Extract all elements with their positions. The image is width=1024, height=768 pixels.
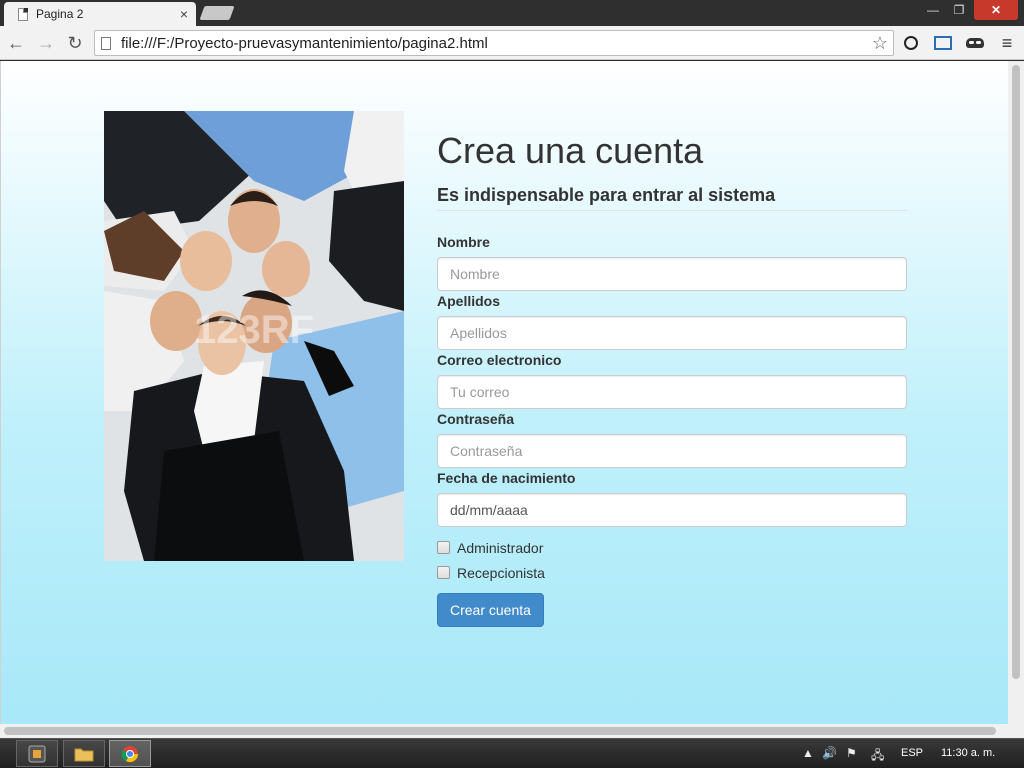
star-icon[interactable]: ☆: [867, 33, 893, 54]
hamburger-menu-icon: ≡: [1001, 32, 1013, 53]
tray-arrow-up-icon[interactable]: ▲: [802, 746, 814, 760]
field-contrasena: Contraseña: [437, 410, 907, 468]
vertical-scroll-thumb[interactable]: [1012, 65, 1020, 679]
browser-menu-button[interactable]: ≡: [996, 32, 1018, 54]
arrow-right-icon: →: [37, 32, 55, 53]
nombre-input[interactable]: [437, 257, 907, 291]
browser-toolbar: ← → ↻ file:///F:/Proyecto-pruevasymanten…: [0, 26, 1024, 60]
field-apellidos: Apellidos: [437, 292, 907, 350]
sync-icon: [904, 36, 918, 50]
contrasena-label: Contraseña: [437, 411, 515, 427]
chrome-icon: [121, 745, 139, 762]
screen-capture-icon: [934, 36, 952, 50]
recepcionista-checkbox[interactable]: [437, 566, 450, 579]
administrador-label: Administrador: [457, 539, 544, 556]
new-tab-button[interactable]: [199, 6, 235, 20]
extension-incognito-button[interactable]: [964, 32, 986, 54]
password-input[interactable]: [437, 434, 907, 468]
page-subtitle: Es indispensable para entrar al sistema: [437, 185, 907, 211]
reload-button[interactable]: ↻: [63, 31, 87, 55]
field-nombre: Nombre: [437, 233, 907, 291]
page-title: Crea una cuenta: [437, 130, 704, 171]
document-icon: [101, 36, 111, 50]
tab-title: Pagina 2: [36, 7, 84, 21]
tab-pagina-2[interactable]: Pagina 2 ×: [4, 2, 196, 26]
clock[interactable]: 11:30 a. m.: [941, 747, 995, 759]
fecha-label: Fecha de nacimiento: [437, 470, 576, 486]
reload-icon: ↻: [67, 32, 83, 53]
nombre-label: Nombre: [437, 234, 490, 250]
minimize-button[interactable]: —: [920, 0, 946, 20]
folder-icon: [74, 748, 94, 761]
taskbar-app-chrome[interactable]: [109, 740, 151, 767]
flag-icon[interactable]: ⚑: [846, 746, 857, 760]
field-fecha: Fecha de nacimiento: [437, 469, 907, 527]
checkbox-recepcionista[interactable]: Recepcionista: [437, 560, 907, 585]
team-photo: 123RF: [104, 111, 404, 561]
email-input[interactable]: [437, 375, 907, 409]
create-account-button[interactable]: Crear cuenta: [437, 593, 544, 627]
maximize-button[interactable]: ❐: [946, 0, 972, 20]
recepcionista-label: Recepcionista: [457, 564, 545, 581]
arrow-left-icon: ←: [7, 32, 25, 53]
forward-button[interactable]: →: [34, 31, 58, 55]
administrador-checkbox[interactable]: [437, 541, 450, 554]
extension-sync-button[interactable]: [900, 32, 922, 54]
taskbar-app-sublime[interactable]: [16, 740, 58, 767]
url-text[interactable]: file:///F:/Proyecto-pruevasymantenimient…: [121, 35, 867, 52]
tab-close-icon[interactable]: ×: [180, 6, 188, 22]
horizontal-scrollbar[interactable]: [0, 724, 1024, 738]
network-icon[interactable]: 🖧: [871, 746, 884, 767]
taskbar-app-explorer[interactable]: [63, 740, 105, 767]
page-viewport: 123RF Crea una cuenta Es indispensable p…: [0, 61, 1008, 724]
mask-icon: [966, 38, 984, 48]
taskbar: ▲ 🔊 ⚑ 🖧 ESP 11:30 a. m.: [0, 738, 1024, 768]
volume-icon[interactable]: 🔊: [822, 746, 837, 760]
back-button[interactable]: ←: [4, 31, 28, 55]
create-account-form: Crea una cuenta Es indispensable para en…: [437, 131, 907, 627]
horizontal-scroll-thumb[interactable]: [4, 727, 996, 735]
checkbox-administrador[interactable]: Administrador: [437, 535, 907, 560]
browser-titlebar: Pagina 2 × — ❐ ✕: [0, 0, 1024, 26]
sublime-icon: [28, 745, 46, 762]
close-window-button[interactable]: ✕: [974, 0, 1018, 20]
vertical-scrollbar[interactable]: [1008, 61, 1024, 724]
birthdate-input[interactable]: [437, 493, 907, 527]
apellidos-input[interactable]: [437, 316, 907, 350]
correo-label: Correo electronico: [437, 352, 562, 368]
extension-screen-button[interactable]: [932, 32, 954, 54]
language-indicator[interactable]: ESP: [901, 747, 923, 759]
address-bar[interactable]: file:///F:/Proyecto-pruevasymantenimient…: [94, 30, 894, 56]
apellidos-label: Apellidos: [437, 293, 501, 309]
photo-watermark: 123RF: [194, 308, 314, 352]
page-icon: [18, 7, 28, 21]
field-correo: Correo electronico: [437, 351, 907, 409]
